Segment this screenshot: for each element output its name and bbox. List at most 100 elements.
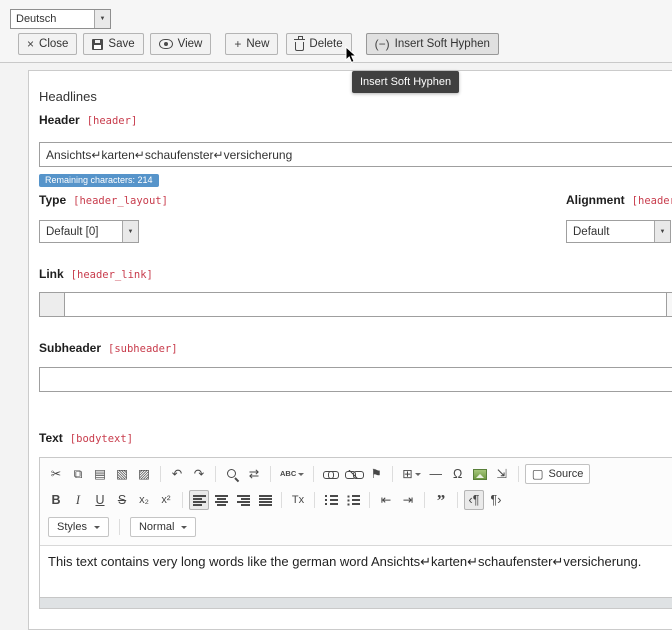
rte-paragraph[interactable]: This text contains very long words like … [48, 554, 672, 570]
toolbar-separator [424, 492, 425, 508]
paste-button[interactable]: ▤ [90, 464, 110, 484]
link-label-text: Link [39, 267, 64, 281]
bullet-list-button[interactable] [343, 490, 363, 510]
bidi-ltr-button[interactable]: ‹¶ [464, 490, 484, 510]
unlink-button[interactable] [343, 464, 364, 484]
type-select[interactable]: Default [0] [39, 220, 139, 243]
type-label-text: Type [39, 193, 66, 207]
link-icon [323, 470, 338, 479]
bold-button[interactable]: B [46, 490, 66, 510]
format-select[interactable]: Normal [130, 517, 196, 537]
find-icon [226, 468, 239, 481]
special-character-icon: Ω [453, 468, 462, 481]
subheader-input[interactable] [39, 367, 672, 392]
italic-button[interactable]: I [68, 490, 88, 510]
type-alignment-row: Type [header_layout] Default [0] Alignme… [39, 193, 672, 243]
close-button-label: Close [39, 38, 68, 50]
link-browser-button[interactable] [667, 292, 672, 317]
insert-image-button[interactable] [470, 464, 490, 484]
align-justify-icon [259, 495, 272, 506]
toolbar-separator [119, 519, 120, 535]
insert-soft-hyphen-button[interactable]: (−) Insert Soft Hyphen [366, 33, 499, 55]
badge-row: Remaining characters: 214 [39, 172, 672, 187]
copy-button[interactable]: ⧉ [68, 464, 88, 484]
outdent-icon: ⇤ [381, 494, 391, 507]
toolbar-separator [518, 466, 519, 482]
insert-soft-hyphen-button-label: Insert Soft Hyphen [395, 38, 490, 50]
header-field-key: [header] [87, 114, 138, 128]
find-button[interactable] [222, 464, 242, 484]
form-panel: Headlines Header [header] Remaining char… [28, 70, 672, 630]
maximize-button[interactable]: ⇲ [492, 464, 512, 484]
superscript-button[interactable]: x² [156, 490, 176, 510]
delete-button[interactable]: Delete [286, 33, 351, 55]
styles-select[interactable]: Styles [48, 517, 109, 537]
paste-word-button[interactable]: ▨ [134, 464, 154, 484]
close-button[interactable]: × Close [18, 33, 77, 55]
language-select[interactable]: Deutsch [10, 9, 111, 29]
alignment-field-key: [header_position] [632, 194, 672, 208]
rte-content-area[interactable]: This text contains very long words like … [40, 546, 672, 597]
blockquote-icon: ” [437, 492, 446, 509]
table-button[interactable]: ⊞ [399, 464, 423, 484]
spellcheck-button[interactable]: ABC [277, 464, 307, 484]
toolbar-separator [270, 466, 271, 482]
rte-status-bar [40, 597, 672, 608]
chevron-down-icon [654, 221, 670, 242]
underline-icon: U [95, 494, 104, 507]
align-justify-button[interactable] [255, 490, 275, 510]
blockquote-button[interactable]: ” [431, 490, 451, 510]
link-field-label: Link [header_link] [39, 267, 672, 282]
header-input[interactable] [39, 142, 672, 167]
alignment-select[interactable]: Default [566, 220, 671, 243]
unlink-icon [346, 470, 361, 479]
tooltip: Insert Soft Hyphen [352, 71, 459, 93]
chevron-down-icon [94, 10, 110, 28]
link-input[interactable] [65, 292, 667, 317]
special-character-button[interactable]: Ω [448, 464, 468, 484]
save-button[interactable]: Save [83, 33, 143, 55]
subheader-field-label: Subheader [subheader] [39, 341, 672, 356]
undo-button[interactable]: ↶ [167, 464, 187, 484]
toolbar-separator [215, 466, 216, 482]
horizontal-line-icon: — [429, 468, 442, 481]
rte-toolbar-row-3: Styles Normal [46, 513, 672, 541]
type-field-key: [header_layout] [73, 194, 168, 208]
alignment-field-label: Alignment [header_position] [566, 193, 672, 208]
save-icon [92, 39, 103, 50]
chevron-down-icon [298, 473, 304, 476]
paste-text-button[interactable]: ▧ [112, 464, 132, 484]
numbered-list-button[interactable] [321, 490, 341, 510]
type-column: Type [header_layout] Default [0] [39, 193, 566, 243]
subscript-button[interactable]: x₂ [134, 490, 154, 510]
save-button-label: Save [108, 38, 134, 50]
anchor-button[interactable]: ⚑ [366, 464, 386, 484]
text-field-key: [bodytext] [70, 432, 133, 446]
rte-toolbar-row-1: ✂⧉▤▧▨ ↶↷ ⇄ ABC ⚑ ⊞ — Ω ⇲ ▢Source [46, 461, 672, 487]
source-button-label: Source [549, 469, 584, 480]
align-right-button[interactable] [233, 490, 253, 510]
insert-link-button[interactable] [320, 464, 341, 484]
alignment-label-text: Alignment [566, 193, 625, 207]
cut-button[interactable]: ✂ [46, 464, 66, 484]
new-button[interactable]: + New [225, 33, 278, 55]
remove-format-button[interactable]: Tx [288, 490, 308, 510]
source-button[interactable]: ▢Source [525, 464, 591, 484]
align-left-icon [193, 495, 206, 506]
toolbar-separator [314, 492, 315, 508]
replace-button[interactable]: ⇄ [244, 464, 264, 484]
view-button[interactable]: View [150, 33, 212, 55]
horizontal-line-button[interactable]: — [426, 464, 446, 484]
indent-button[interactable]: ⇥ [398, 490, 418, 510]
redo-button[interactable]: ↷ [189, 464, 209, 484]
align-center-button[interactable] [211, 490, 231, 510]
outdent-button[interactable]: ⇤ [376, 490, 396, 510]
link-addon[interactable] [39, 292, 65, 317]
chevron-down-icon [181, 526, 187, 529]
new-button-label: New [246, 38, 269, 50]
underline-button[interactable]: U [90, 490, 110, 510]
strikethrough-button[interactable]: S [112, 490, 132, 510]
italic-icon: I [76, 494, 80, 507]
bidi-rtl-button[interactable]: ¶› [486, 490, 506, 510]
align-left-button[interactable] [189, 490, 209, 510]
